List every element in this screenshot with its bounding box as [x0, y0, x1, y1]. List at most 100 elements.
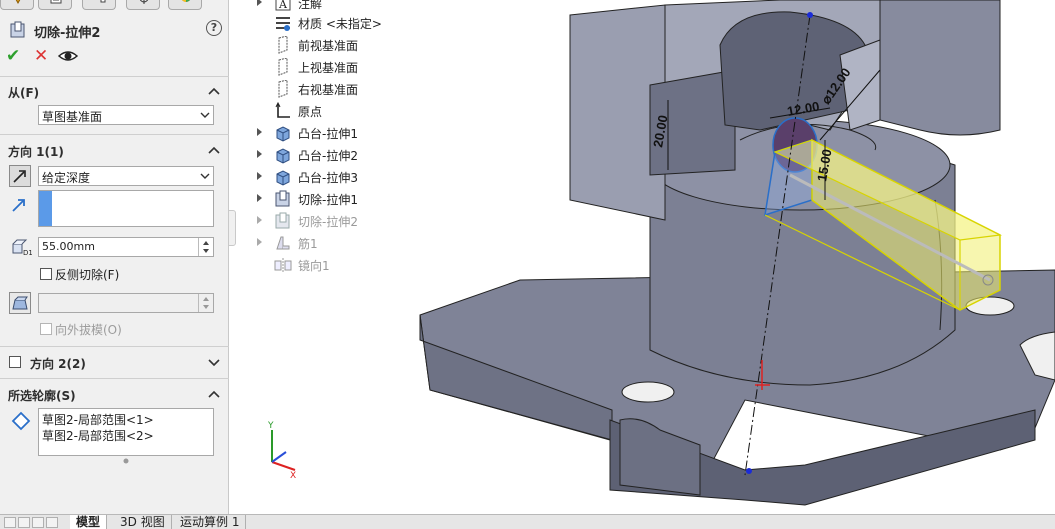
- mirror-icon: [274, 258, 292, 273]
- chevron-down-icon: [200, 112, 210, 118]
- resize-handle[interactable]: [122, 457, 130, 465]
- expand-arrow-icon[interactable]: [257, 0, 262, 6]
- tree-item-top-plane[interactable]: 上视基准面: [255, 57, 425, 77]
- tree-item-rib1[interactable]: 筋1: [255, 233, 425, 253]
- divider: [0, 76, 229, 77]
- origin-icon: [275, 102, 290, 118]
- tab-model[interactable]: 模型: [70, 515, 108, 529]
- tab-nav-prev-button[interactable]: [18, 517, 30, 528]
- cancel-button[interactable]: ✕: [34, 46, 54, 66]
- cut-extrude-icon: [275, 190, 290, 207]
- selected-contours-label: 所选轮廓(S): [8, 389, 76, 403]
- boss-extrude-icon: [276, 126, 290, 142]
- view-triad: Y X: [267, 421, 296, 481]
- direction2-checkbox[interactable]: [9, 356, 21, 368]
- expand-arrow-icon[interactable]: [257, 150, 262, 158]
- tree-item-right-plane[interactable]: 右视基准面: [255, 79, 425, 99]
- selected-contours-header[interactable]: 所选轮廓(S): [8, 386, 220, 404]
- chevron-up-icon: [208, 390, 220, 398]
- from-group-header[interactable]: 从(F): [8, 83, 220, 101]
- tab-motion-study[interactable]: 运动算例 1: [174, 515, 247, 529]
- from-group-label: 从(F): [8, 86, 40, 100]
- tree-item-front-plane[interactable]: 前视基准面: [255, 35, 425, 55]
- boss-extrude-icon: [276, 148, 290, 164]
- divider: [0, 346, 229, 347]
- property-manager-icon: [50, 0, 62, 4]
- tree-item-cut-extrude2[interactable]: 切除-拉伸2: [255, 211, 425, 231]
- expand-arrow-icon[interactable]: [257, 194, 262, 202]
- annotation-icon: A: [275, 0, 291, 11]
- configuration-icon: [100, 0, 106, 3]
- configuration-manager-tab[interactable]: [82, 0, 116, 10]
- ok-button[interactable]: ✔: [6, 46, 26, 66]
- upright-right-face: [879, 0, 1001, 136]
- plane-icon: [278, 36, 288, 54]
- rib-icon: [276, 236, 290, 250]
- axis-endpoint: [807, 12, 813, 18]
- material-icon: [276, 17, 290, 31]
- flip-side-checkbox[interactable]: [40, 268, 52, 280]
- tree-item-annotations[interactable]: A 注解: [255, 0, 425, 13]
- expand-arrow-icon[interactable]: [257, 216, 262, 224]
- svg-text:Y: Y: [267, 421, 274, 431]
- list-item[interactable]: 草图2-局部范围<2>: [42, 427, 154, 444]
- display-manager-tab[interactable]: [168, 0, 202, 10]
- tab-nav-last-button[interactable]: [46, 517, 58, 528]
- tab-nav-first-button[interactable]: [4, 517, 16, 528]
- property-manager-tab[interactable]: [38, 0, 72, 10]
- svg-text:X: X: [290, 471, 296, 481]
- tree-item-boss-extrude2[interactable]: 凸台-拉伸2: [255, 145, 425, 165]
- tree-item-mirror1[interactable]: 镜向1: [255, 255, 425, 275]
- draft-outward-checkbox[interactable]: [40, 323, 52, 335]
- feature-title: 切除-拉伸2: [34, 26, 101, 41]
- draft-outward-label: 向外拔模(O): [55, 323, 122, 337]
- tree-item-boss-extrude1[interactable]: 凸台-拉伸1: [255, 123, 425, 143]
- cut-extrude-icon: [275, 212, 290, 229]
- property-manager: 切除-拉伸2 ? ✔ ✕ 从(F) 草图基准面 方向 1(1) 给定深度 D1 …: [0, 0, 229, 514]
- reverse-direction-button[interactable]: [9, 165, 31, 187]
- direction-reference-selection[interactable]: [38, 190, 214, 227]
- chevron-down-icon: [200, 173, 210, 179]
- mount-hole-left: [621, 381, 675, 403]
- help-button[interactable]: ?: [206, 20, 222, 36]
- flip-side-label: 反侧切除(F): [55, 268, 120, 282]
- direction2-group-header[interactable]: 方向 2(2): [30, 354, 220, 372]
- tree-item-origin[interactable]: 原点: [255, 101, 425, 121]
- depth-input[interactable]: 55.00mm: [38, 237, 214, 257]
- draft-angle-spinner[interactable]: [198, 294, 213, 312]
- direction1-label: 方向 1(1): [8, 145, 64, 159]
- selected-contours-list[interactable]: 草图2-局部范围<1> 草图2-局部范围<2>: [38, 408, 214, 456]
- draft-angle-input[interactable]: [38, 293, 214, 313]
- tree-item-boss-extrude3[interactable]: 凸台-拉伸3: [255, 167, 425, 187]
- chevron-down-icon: [208, 359, 220, 367]
- feature-header: 切除-拉伸2 ?: [6, 18, 224, 42]
- svg-text:A: A: [278, 0, 288, 11]
- chevron-up-icon: [208, 87, 220, 95]
- divider: [0, 378, 229, 379]
- expand-arrow-icon[interactable]: [257, 128, 262, 136]
- from-select[interactable]: 草图基准面: [38, 105, 214, 125]
- expand-arrow-icon[interactable]: [257, 172, 262, 180]
- chevron-up-icon: [208, 146, 220, 154]
- crosshair-icon: [139, 0, 149, 4]
- tree-item-material[interactable]: 材质 <未指定>: [255, 13, 425, 33]
- plane-icon: [278, 58, 288, 76]
- feature-manager-icon: [15, 0, 21, 5]
- list-item[interactable]: 草图2-局部范围<1>: [42, 411, 154, 428]
- tree-item-cut-extrude1[interactable]: 切除-拉伸1: [255, 189, 425, 209]
- tab-nav-next-button[interactable]: [32, 517, 44, 528]
- dimxpert-tab[interactable]: [126, 0, 160, 10]
- draft-toggle-button[interactable]: [9, 292, 31, 314]
- reverse-direction-icon: [13, 170, 26, 183]
- depth-spinner[interactable]: [198, 238, 213, 256]
- preview-eye-icon[interactable]: [58, 46, 78, 66]
- feature-manager-tab[interactable]: [0, 0, 34, 10]
- panel-collapse-grip[interactable]: [228, 210, 236, 246]
- tab-3d-view[interactable]: 3D 视图: [114, 515, 172, 529]
- bottom-tab-bar: 模型 3D 视图 运动算例 1: [0, 514, 1055, 529]
- end-condition-select[interactable]: 给定深度: [38, 166, 214, 186]
- direction1-group-header[interactable]: 方向 1(1): [8, 142, 220, 160]
- expand-arrow-icon[interactable]: [257, 238, 262, 246]
- boss-extrude-icon: [276, 170, 290, 186]
- direction2-label: 方向 2(2): [30, 357, 86, 371]
